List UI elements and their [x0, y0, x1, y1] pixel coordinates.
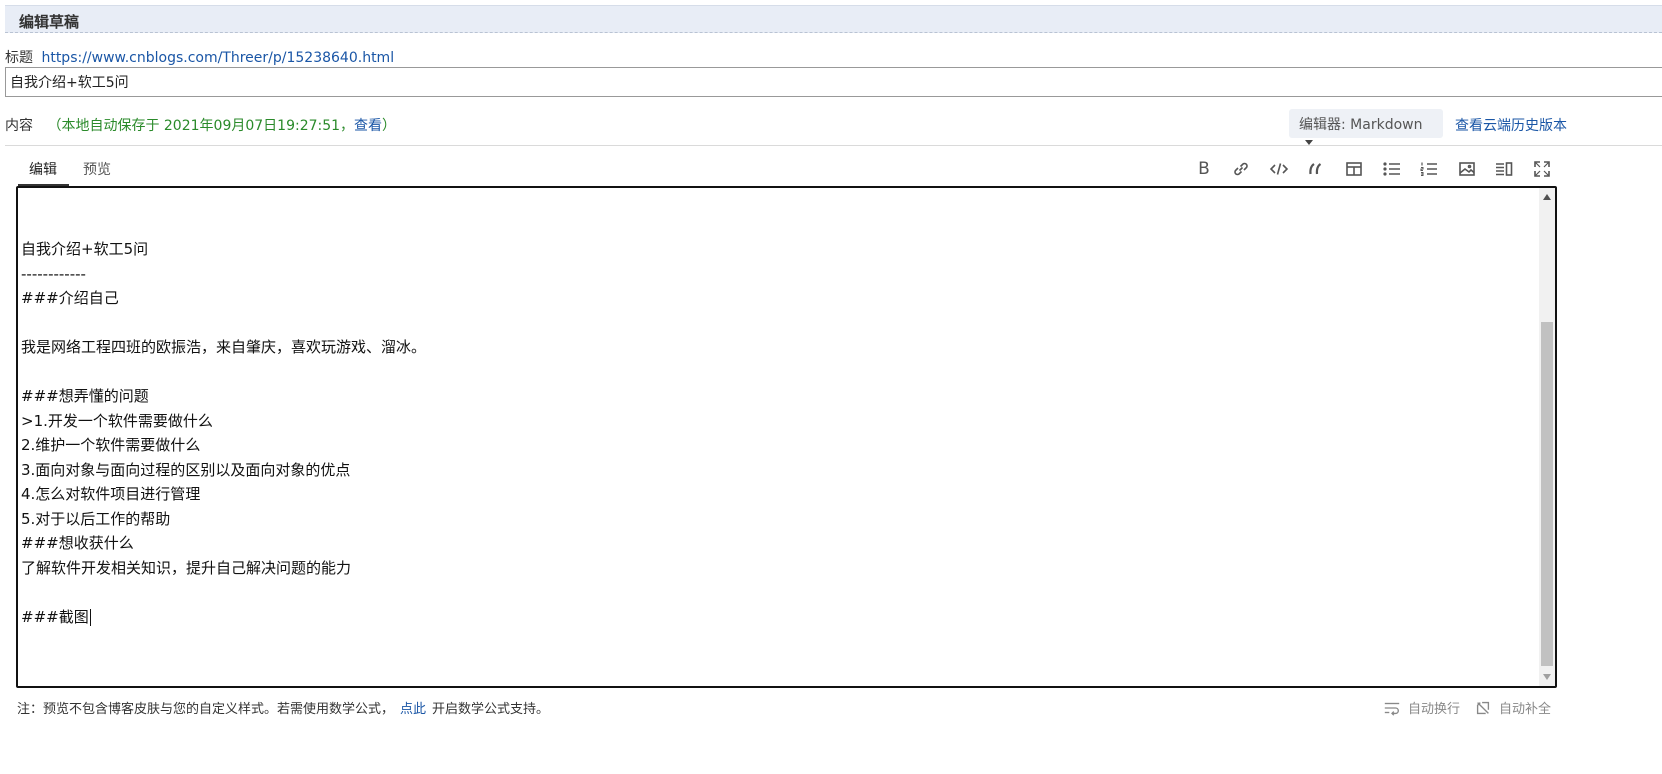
editor-line-text: 2.维护一个软件需要做什么 — [21, 436, 201, 454]
header-bar: 编辑草稿 — [5, 5, 1662, 33]
scrollbar-thumb[interactable] — [1541, 322, 1553, 666]
editor-line-text: ###想弄懂的问题 — [21, 387, 149, 405]
auto-wrap-label: 自动换行 — [1408, 702, 1461, 717]
editor-line: 自我介绍+软工5问 — [21, 237, 1531, 262]
bold-icon: B — [1198, 159, 1210, 179]
footer-note-suffix: 开启数学公式支持。 — [432, 702, 550, 717]
autosave-status: （本地自动保存于 2021年09月07日19:27:51，查看） — [47, 118, 396, 134]
scroll-up-arrow-icon[interactable] — [1543, 194, 1551, 200]
scroll-down-arrow-icon[interactable] — [1543, 674, 1551, 680]
code-icon — [1269, 163, 1289, 175]
editor-line: ------------ — [21, 262, 1531, 287]
unordered-list-button[interactable] — [1379, 157, 1405, 181]
code-button[interactable] — [1266, 157, 1292, 181]
side-by-side-button[interactable] — [1491, 157, 1517, 181]
footer-note-text: 注：预览不包含博客皮肤与您的自定义样式。若需使用数学公式， — [17, 702, 395, 717]
editor-type-select[interactable]: 编辑器: Markdown — [1289, 109, 1443, 145]
auto-complete-icon — [1476, 701, 1490, 714]
editor-line: ###介绍自己 — [21, 286, 1531, 311]
quote-button[interactable] — [1303, 157, 1329, 181]
ordered-list-button[interactable] — [1416, 157, 1442, 181]
bold-button[interactable]: B — [1191, 157, 1217, 181]
math-support-link[interactable]: 点此 — [400, 702, 426, 717]
editor-scrollbar[interactable] — [1539, 188, 1555, 686]
content-row: 内容 （本地自动保存于 2021年09月07日19:27:51，查看） — [5, 115, 396, 135]
editor-line-text: 5.对于以后工作的帮助 — [21, 509, 171, 528]
wrap-icon — [1384, 702, 1400, 716]
image-icon — [1459, 162, 1475, 176]
editor-line-text: 自我介绍+软工5问 — [21, 240, 149, 258]
cloud-history-link[interactable]: 查看云端历史版本 — [1455, 115, 1567, 135]
page-title: 编辑草稿 — [19, 13, 80, 31]
editor-line-text: ###截图 — [21, 607, 89, 626]
markdown-editor[interactable]: 自我介绍+软工5问 ------------ ###介绍自己我是网络工程四班的欧振浩… — [16, 186, 1557, 688]
auto-wrap-toggle[interactable]: 自动换行 — [1383, 698, 1460, 717]
link-icon — [1234, 162, 1248, 176]
editor-type-label: 编辑器: Markdown — [1299, 117, 1423, 133]
unordered-list-icon — [1383, 162, 1400, 176]
editor-line-text: 我是网络工程四班的欧振浩，来自肇庆，喜欢玩游戏、溜冰。 — [21, 338, 427, 356]
title-label-row: 标题 https://www.cnblogs.com/Threer/p/1523… — [5, 47, 394, 67]
fullscreen-icon — [1534, 161, 1550, 177]
caret-down-icon — [1305, 139, 1313, 145]
autosave-close: ） — [382, 118, 397, 134]
image-button[interactable] — [1454, 157, 1480, 181]
editor-line: ###截图 — [21, 605, 1531, 630]
post-url-link[interactable]: https://www.cnblogs.com/Threer/p/1523864… — [41, 50, 394, 66]
editor-text[interactable]: 自我介绍+软工5问 ------------ ###介绍自己我是网络工程四班的欧振浩… — [21, 188, 1531, 629]
editor-line: 我是网络工程四班的欧振浩，来自肇庆，喜欢玩游戏、溜冰。 — [21, 335, 1531, 360]
title-label: 标题 — [5, 50, 33, 66]
editor-line: 了解软件开发相关知识，提升自己解决问题的能力 — [21, 556, 1531, 581]
footer-note: 注：预览不包含博客皮肤与您的自定义样式。若需使用数学公式， 点此 开启数学公式支持。 — [17, 698, 549, 717]
autosave-view-link[interactable]: 查看 — [354, 118, 382, 134]
editor-line: 2.维护一个软件需要做什么 — [21, 433, 1531, 458]
editor-line-text: 4.怎么对软件项目进行管理 — [21, 485, 201, 503]
content-label: 内容 — [5, 118, 33, 134]
editor-line: ###想弄懂的问题 — [21, 384, 1531, 409]
title-input[interactable] — [5, 67, 1662, 97]
editor-line-text: ###介绍自己 — [21, 289, 119, 307]
auto-complete-label: 自动补全 — [1499, 702, 1552, 717]
editor-line-text: 3.面向对象与面向过程的区别以及面向对象的优点 — [21, 460, 351, 479]
editor-line: ###想收获什么 — [21, 531, 1531, 556]
text-cursor — [89, 608, 91, 626]
fullscreen-button[interactable] — [1529, 157, 1555, 181]
editor-line-text: ###想收获什么 — [21, 534, 134, 552]
ordered-list-icon — [1420, 162, 1437, 176]
divider — [5, 145, 1662, 146]
table-button[interactable] — [1341, 157, 1367, 181]
editor-line: 5.对于以后工作的帮助 — [21, 507, 1531, 532]
auto-complete-toggle[interactable]: 自动补全 — [1474, 698, 1551, 717]
editor-line: >1.开发一个软件需要做什么 — [21, 409, 1531, 434]
tab-edit[interactable]: 编辑 — [29, 159, 57, 179]
quote-icon — [1309, 163, 1322, 175]
link-button[interactable] — [1228, 157, 1254, 181]
editor-line-text: ------------ — [21, 264, 86, 283]
editor-line-text: 了解软件开发相关知识，提升自己解决问题的能力 — [21, 558, 352, 577]
side-by-side-icon — [1496, 162, 1513, 176]
editor-line: 3.面向对象与面向过程的区别以及面向对象的优点 — [21, 458, 1531, 483]
edit-draft-page: 编辑草稿 标题 https://www.cnblogs.com/Threer/p… — [0, 0, 1662, 774]
editor-line: 4.怎么对软件项目进行管理 — [21, 482, 1531, 507]
autosave-text: （本地自动保存于 2021年09月07日19:27:51， — [47, 118, 355, 134]
editor-line-text: >1.开发一个软件需要做什么 — [21, 411, 213, 430]
tab-preview[interactable]: 预览 — [83, 159, 111, 179]
table-icon — [1346, 162, 1362, 176]
